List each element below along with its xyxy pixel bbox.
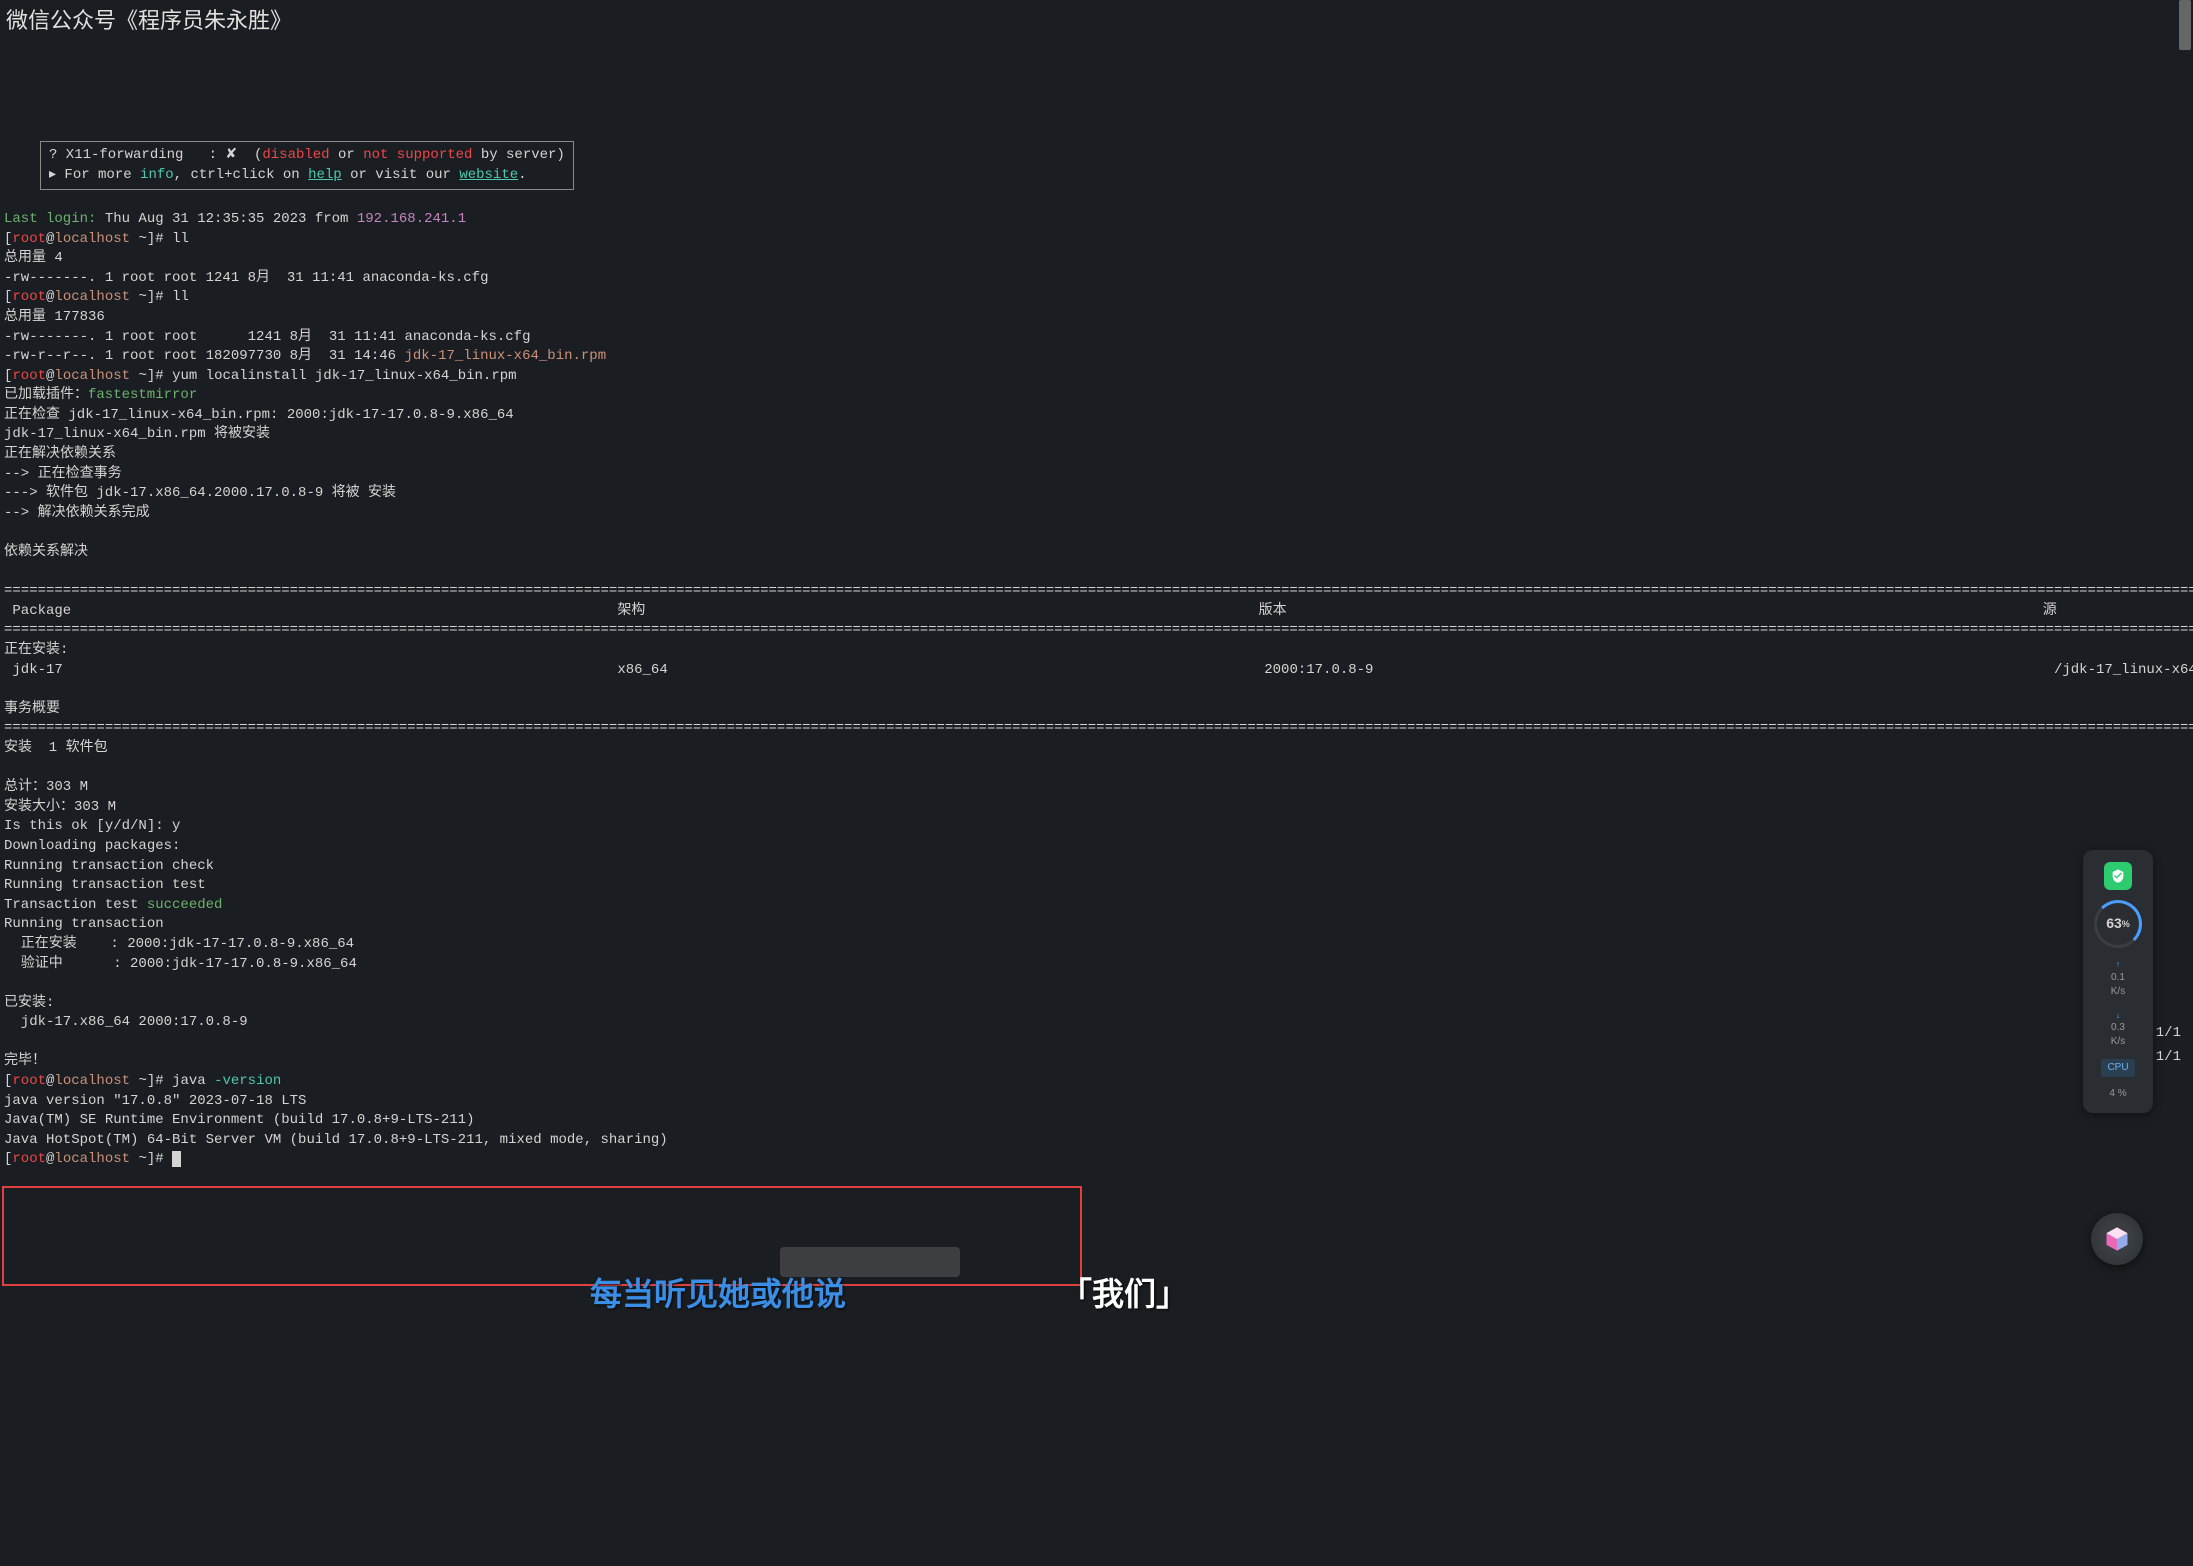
running-trans: Running transaction (4, 916, 164, 932)
total-1: 总用量 4 (4, 250, 63, 266)
cpu-val: 4 % (2109, 1087, 2126, 1101)
ls-line-2b: -rw-r--r--. 1 root root 182097730 8月 31 … (4, 348, 606, 364)
download-stat: ↓ 0.3 K/s (2111, 1009, 2125, 1050)
install-size: 安装大小：303 M (4, 799, 116, 815)
ls-line-2a: -rw-------. 1 root root 1241 8月 31 11:41… (4, 329, 530, 345)
total-2: 总用量 177836 (4, 309, 105, 325)
yum-examining: 正在检查 jdk-17_linux-x64_bin.rpm: 2000:jdk-… (4, 407, 514, 423)
yum-check: --> 正在检查事务 (4, 466, 122, 482)
java-version-3: Java HotSpot(TM) 64-Bit Server VM (build… (4, 1132, 668, 1148)
table-header: Package 架构 版本 (4, 603, 2193, 619)
trans-test: Running transaction test (4, 877, 206, 893)
installed-pkg: jdk-17.x86_64 2000:17.0.8-9 (4, 1014, 248, 1030)
table-sep-2: ========================================… (4, 622, 2193, 638)
installing-pkg: 正在安装 : 2000:jdk-17-17.0.8-9.x86_64 (4, 936, 354, 952)
progress-ratio-2: 1/1 (2156, 1048, 2181, 1068)
table-sep-3: ========================================… (4, 720, 2193, 736)
installed-header: 已安装: (4, 995, 54, 1011)
cpu-badge: CPU (2101, 1059, 2134, 1077)
upload-stat: ↑ 0.1 K/s (2111, 958, 2125, 999)
motd-box: ? X11-forwarding : ✘ (disabled or not su… (40, 141, 574, 190)
table-sep-1: ========================================… (4, 583, 2193, 599)
x11-line: ? X11-forwarding : ✘ (disabled or not su… (49, 147, 565, 163)
subtitle-text-blue: 每当听见她或他说 (590, 1272, 846, 1317)
test-result: Transaction test succeeded (4, 897, 222, 913)
cursor (172, 1151, 181, 1167)
prompt-5[interactable]: [root@localhost ~]# (4, 1151, 181, 1167)
table-row: jdk-17 x86_64 2000:17.0.8-9 (4, 662, 2193, 678)
ls-line-1: -rw-------. 1 root root 1241 8月 31 11:41… (4, 270, 488, 286)
subtitle-text-white: 「我们」 (1060, 1272, 1188, 1317)
watermark-text: 微信公众号《程序员朱永胜》 (6, 6, 292, 37)
downloading: Downloading packages: (4, 838, 180, 854)
complete: 完毕！ (4, 1053, 46, 1069)
java-version-2: Java(TM) SE Runtime Environment (build 1… (4, 1112, 474, 1128)
scrollbar[interactable] (2179, 0, 2191, 50)
yum-pkg: ---> 软件包 jdk-17.x86_64.2000.17.0.8-9 将被 … (4, 485, 396, 501)
terminal-output[interactable]: ? X11-forwarding : ✘ (disabled or not su… (0, 118, 2193, 1174)
confirm-prompt: Is this ok [y/d/N]: y (4, 818, 180, 834)
last-login: Last login: Thu Aug 31 12:35:35 2023 fro… (4, 211, 466, 227)
trans-summary: 事务概要 (4, 701, 60, 717)
arrow-down-icon: ↓ (2116, 1009, 2121, 1022)
help-link[interactable]: help (308, 167, 342, 183)
prompt-1: [root@localhost ~]# ll (4, 231, 189, 247)
cube-icon (2102, 1224, 2132, 1254)
install-count: 安装 1 软件包 (4, 740, 108, 756)
java-version-1: java version "17.0.8" 2023-07-18 LTS (4, 1093, 306, 1109)
shield-icon[interactable] (2104, 862, 2132, 890)
progress-ratio-1: 1/1 (2156, 1024, 2181, 1044)
prompt-3: [root@localhost ~]# yum localinstall jdk… (4, 368, 517, 384)
total-size: 总计：303 M (4, 779, 88, 795)
trans-check: Running transaction check (4, 858, 214, 874)
yum-marked: jdk-17_linux-x64_bin.rpm 将被安装 (4, 426, 270, 442)
app-logo-button[interactable] (2091, 1213, 2143, 1265)
verifying: 验证中 : 2000:jdk-17-17.0.8-9.x86_64 (4, 956, 357, 972)
system-stats-widget[interactable]: 63% ↑ 0.1 K/s ↓ 0.3 K/s CPU 4 % (2083, 850, 2153, 1113)
arrow-up-icon: ↑ (2116, 958, 2121, 971)
yum-dep-done: --> 解决依赖关系完成 (4, 505, 150, 521)
info-line: ▸ For more info, ctrl+click on help or v… (49, 167, 527, 183)
prompt-2: [root@localhost ~]# ll (4, 289, 189, 305)
website-link[interactable]: website (459, 167, 518, 183)
yum-plugin: 已加载插件：fastestmirror (4, 387, 197, 403)
percent-ring: 63% (2094, 900, 2142, 948)
dep-resolved: 依赖关系解决 (4, 544, 88, 560)
prompt-4: [root@localhost ~]# java -version (4, 1073, 281, 1089)
installing-label: 正在安装: (4, 642, 68, 658)
yum-resolving: 正在解决依赖关系 (4, 446, 116, 462)
